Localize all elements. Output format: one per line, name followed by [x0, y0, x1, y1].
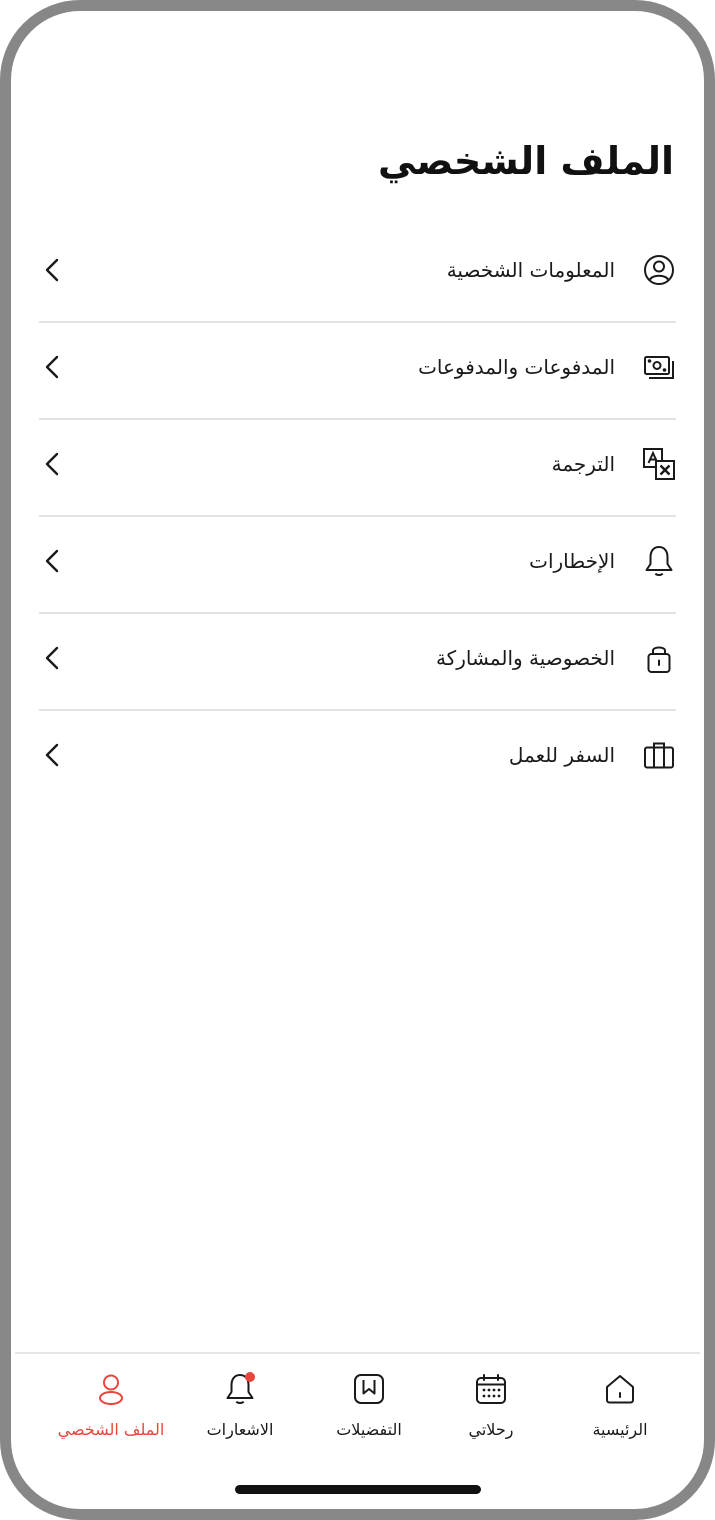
bell-icon	[223, 1372, 257, 1406]
home-indicator[interactable]	[235, 1485, 481, 1494]
tab-notifications[interactable]: الاشعارات	[175, 1372, 305, 1462]
tab-label: الرئيسية	[592, 1420, 648, 1439]
user-circle-icon	[642, 253, 676, 287]
home-icon	[603, 1372, 637, 1406]
bell-icon	[642, 544, 676, 578]
menu-item-translation[interactable]: الترجمة	[39, 420, 676, 517]
briefcase-icon	[642, 738, 676, 772]
bottom-tab-bar: الرئيسية رحلاتي التفضيلات الاشعارات المل…	[15, 1352, 700, 1474]
payments-icon	[642, 350, 676, 384]
tab-home[interactable]: الرئيسية	[555, 1372, 685, 1462]
bookmark-icon	[352, 1372, 386, 1406]
chevron-left-icon	[45, 355, 59, 379]
user-icon	[94, 1372, 128, 1406]
calendar-icon	[474, 1372, 508, 1406]
page-title: الملف الشخصي	[377, 139, 674, 183]
menu-item-label: الترجمة	[551, 452, 615, 476]
menu-item-privacy[interactable]: الخصوصية والمشاركة	[39, 614, 676, 711]
tab-label: الاشعارات	[206, 1420, 274, 1439]
chevron-left-icon	[45, 743, 59, 767]
tab-profile[interactable]: الملف الشخصي	[46, 1372, 176, 1462]
tab-label: رحلاتي	[468, 1420, 514, 1439]
menu-item-business-travel[interactable]: السفر للعمل	[39, 711, 676, 808]
tab-my-trips[interactable]: رحلاتي	[426, 1372, 556, 1462]
menu-item-personal-info[interactable]: المعلومات الشخصية	[39, 226, 676, 323]
chevron-left-icon	[45, 646, 59, 670]
notification-badge-dot	[245, 1372, 255, 1382]
tab-label: الملف الشخصي	[57, 1420, 165, 1439]
translate-icon	[642, 447, 676, 481]
settings-menu: المعلومات الشخصية المدفوعات والمدفوعات ا…	[39, 226, 676, 808]
menu-item-label: الخصوصية والمشاركة	[435, 646, 615, 670]
menu-item-label: الإخطارات	[529, 549, 615, 573]
menu-item-notifications[interactable]: الإخطارات	[39, 517, 676, 614]
tab-favorites[interactable]: التفضيلات	[304, 1372, 434, 1462]
menu-item-payments[interactable]: المدفوعات والمدفوعات	[39, 323, 676, 420]
tab-label: التفضيلات	[336, 1420, 402, 1439]
chevron-left-icon	[45, 452, 59, 476]
menu-item-label: المدفوعات والمدفوعات	[418, 355, 615, 379]
menu-item-label: السفر للعمل	[508, 743, 615, 767]
chevron-left-icon	[45, 549, 59, 573]
menu-item-label: المعلومات الشخصية	[446, 258, 615, 282]
lock-icon	[642, 641, 676, 675]
device-frame: الملف الشخصي المعلومات الشخصية المدفوعات…	[0, 0, 715, 1520]
chevron-left-icon	[45, 258, 59, 282]
